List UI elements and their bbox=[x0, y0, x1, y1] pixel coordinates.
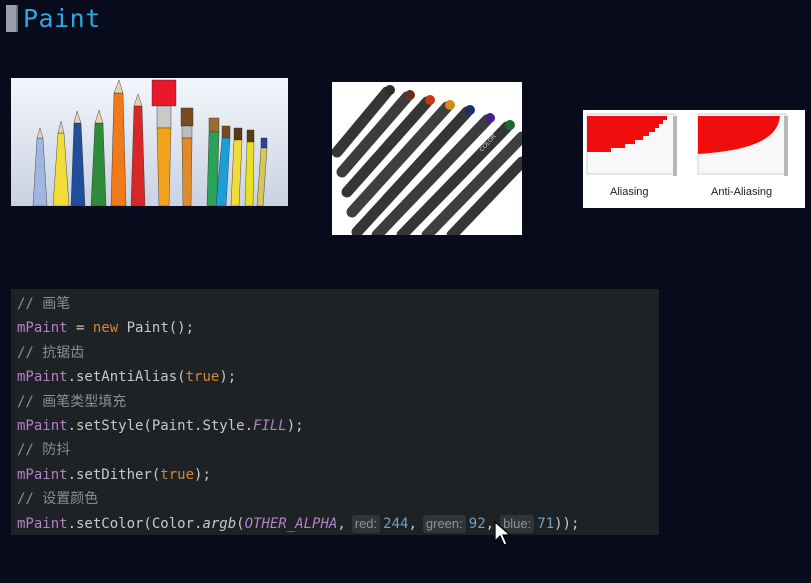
aliasing-comparison-image: Aliasing Anti-Aliasing bbox=[583, 110, 805, 208]
pencils-brushes-image bbox=[11, 78, 288, 206]
code-number: 71 bbox=[537, 515, 555, 532]
code-keyword: new bbox=[92, 320, 119, 337]
code-block: // 画笔 mPaint = new Paint(); // 抗锯齿 mPain… bbox=[11, 289, 659, 535]
param-hint-red: red: bbox=[351, 514, 381, 533]
code-constant: FILL bbox=[253, 417, 287, 434]
code-text: , bbox=[485, 515, 495, 532]
anti-aliasing-caption: Anti-Aliasing bbox=[711, 186, 772, 198]
code-text: .setDither( bbox=[67, 466, 161, 483]
code-keyword: true bbox=[160, 466, 195, 483]
page-title: Paint bbox=[23, 4, 101, 33]
code-identifier: mPaint bbox=[17, 369, 68, 386]
code-line: mPaint = new Paint(); bbox=[17, 316, 659, 340]
title-accent-bar bbox=[6, 5, 18, 32]
code-comment: // 抗锯齿 bbox=[17, 344, 85, 361]
code-identifier: mPaint bbox=[17, 417, 68, 434]
code-number: 92 bbox=[468, 515, 486, 532]
code-identifier: mPaint bbox=[17, 466, 68, 483]
code-text: , bbox=[408, 515, 417, 532]
code-text: Paint(); bbox=[118, 320, 195, 337]
aliasing-caption: Aliasing bbox=[610, 186, 649, 198]
code-keyword: true bbox=[185, 369, 220, 386]
code-line: mPaint.setDither(true); bbox=[17, 463, 659, 487]
code-text: .setColor(Color. bbox=[67, 515, 203, 532]
code-text: ); bbox=[219, 369, 237, 386]
code-comment: // 设置颜色 bbox=[17, 491, 99, 508]
code-text: ( bbox=[236, 515, 245, 532]
code-text: .setAntiAlias( bbox=[67, 369, 186, 386]
code-number: 244 bbox=[383, 515, 409, 532]
code-text: , bbox=[337, 515, 346, 532]
code-comment: // 防抖 bbox=[17, 442, 71, 459]
markers-image: COLOR bbox=[332, 82, 522, 235]
mouse-cursor-icon bbox=[494, 520, 512, 552]
code-line: mPaint.setStyle(Paint.Style.FILL); bbox=[17, 414, 659, 438]
code-text: ); bbox=[286, 417, 304, 434]
code-constant: OTHER_ALPHA bbox=[244, 515, 338, 532]
code-operator: = bbox=[67, 320, 93, 337]
code-text: ); bbox=[194, 466, 211, 483]
code-comment: // 画笔类型填充 bbox=[17, 393, 127, 410]
code-identifier: mPaint bbox=[17, 515, 68, 532]
code-line: mPaint.setAntiAlias(true); bbox=[17, 365, 659, 389]
code-line: mPaint.setColor(Color.argb(OTHER_ALPHA, r… bbox=[17, 512, 659, 536]
param-hint-green: green: bbox=[422, 514, 466, 533]
code-identifier: mPaint bbox=[17, 320, 68, 337]
code-method-call: argb bbox=[202, 515, 237, 532]
code-text: .setStyle(Paint.Style. bbox=[67, 417, 254, 434]
code-text: )); bbox=[554, 515, 580, 532]
code-comment: // 画笔 bbox=[17, 296, 71, 312]
